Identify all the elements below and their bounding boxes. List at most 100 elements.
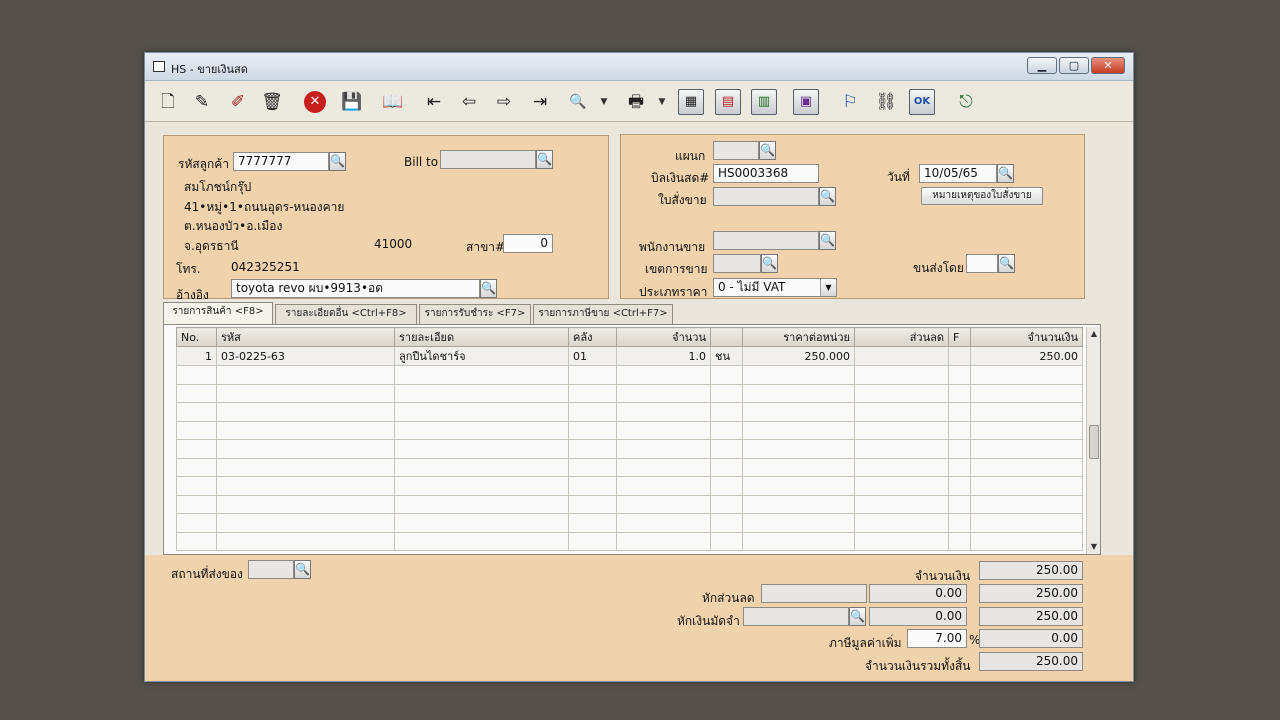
empty-cell[interactable]: [394, 383, 569, 403]
empty-cell[interactable]: [216, 365, 395, 385]
empty-cell[interactable]: [970, 531, 1083, 551]
delivery-place-search-icon[interactable]: 🔍: [294, 560, 311, 579]
empty-cell[interactable]: [948, 494, 971, 514]
empty-cell[interactable]: [176, 494, 217, 514]
empty-cell[interactable]: [948, 402, 971, 422]
minimize-button[interactable]: ▁: [1027, 57, 1057, 74]
empty-cell[interactable]: [710, 531, 743, 551]
empty-cell[interactable]: [616, 402, 711, 422]
empty-cell[interactable]: [948, 457, 971, 477]
empty-cell[interactable]: [710, 513, 743, 533]
scroll-up-icon[interactable]: ▲: [1087, 327, 1101, 341]
empty-cell[interactable]: [568, 383, 617, 403]
vat-rate-field[interactable]: 7.00: [907, 629, 967, 648]
col-header-description[interactable]: รายละเอียด: [394, 327, 569, 347]
empty-cell[interactable]: [710, 457, 743, 477]
empty-cell[interactable]: [568, 494, 617, 514]
ok-icon[interactable]: OK: [909, 89, 935, 115]
flag-dc-icon[interactable]: ⚐: [837, 89, 863, 115]
reference-field[interactable]: toyota revo ผบ•9913•อด: [231, 279, 480, 298]
empty-cell[interactable]: [176, 439, 217, 459]
empty-cell[interactable]: [216, 476, 395, 496]
new-doc-icon[interactable]: 🗋: [155, 89, 181, 115]
empty-cell[interactable]: [394, 531, 569, 551]
empty-cell[interactable]: [710, 439, 743, 459]
empty-cell[interactable]: [616, 383, 711, 403]
empty-cell[interactable]: [616, 439, 711, 459]
cancel-icon[interactable]: ✕: [304, 91, 326, 113]
empty-cell[interactable]: [710, 494, 743, 514]
empty-cell[interactable]: [568, 402, 617, 422]
empty-cell[interactable]: [568, 513, 617, 533]
empty-cell[interactable]: [710, 476, 743, 496]
cell-flag[interactable]: [948, 346, 971, 366]
empty-cell[interactable]: [854, 531, 949, 551]
empty-table-row[interactable]: [176, 383, 1083, 403]
empty-cell[interactable]: [394, 420, 569, 440]
empty-cell[interactable]: [568, 457, 617, 477]
col-header-discount[interactable]: ส่วนลด: [854, 327, 949, 347]
empty-cell[interactable]: [970, 420, 1083, 440]
edit-icon[interactable]: ✎: [189, 89, 215, 115]
search-dropdown-icon[interactable]: ▼: [599, 89, 609, 115]
empty-cell[interactable]: [948, 476, 971, 496]
save-disk-icon[interactable]: 💾: [339, 89, 365, 115]
delivery-place-field[interactable]: [248, 560, 294, 579]
empty-cell[interactable]: [710, 402, 743, 422]
empty-cell[interactable]: [216, 457, 395, 477]
empty-cell[interactable]: [616, 513, 711, 533]
calendar-icon[interactable]: ▣: [793, 89, 819, 115]
calculator-icon[interactable]: ▦: [678, 89, 704, 115]
cell-unit-price[interactable]: 250.000: [742, 346, 855, 366]
date-picker-icon[interactable]: 🔍: [997, 164, 1014, 183]
discount-text-field[interactable]: [761, 584, 867, 603]
empty-cell[interactable]: [394, 476, 569, 496]
empty-table-row[interactable]: [176, 513, 1083, 533]
cell-quantity[interactable]: 1.0: [616, 346, 711, 366]
empty-cell[interactable]: [970, 476, 1083, 496]
empty-table-row[interactable]: [176, 457, 1083, 477]
empty-cell[interactable]: [854, 383, 949, 403]
salesman-field[interactable]: [713, 231, 819, 250]
empty-table-row[interactable]: [176, 439, 1083, 459]
last-record-icon[interactable]: ⇥: [527, 89, 553, 115]
empty-cell[interactable]: [568, 420, 617, 440]
link-icon[interactable]: ⛓: [873, 89, 899, 115]
empty-cell[interactable]: [948, 365, 971, 385]
book-icon[interactable]: 📖: [380, 89, 406, 115]
printer-icon[interactable]: 🖶: [623, 89, 649, 115]
col-header-no[interactable]: No.: [176, 327, 217, 347]
empty-cell[interactable]: [216, 494, 395, 514]
empty-cell[interactable]: [176, 457, 217, 477]
department-field[interactable]: [713, 141, 759, 160]
grid-scrollbar[interactable]: ▲ ▼: [1086, 327, 1100, 554]
col-header-unit-price[interactable]: ราคาต่อหน่วย: [742, 327, 855, 347]
salesman-search-icon[interactable]: 🔍: [819, 231, 836, 250]
empty-cell[interactable]: [176, 383, 217, 403]
edit-red-icon[interactable]: ✐: [225, 89, 251, 115]
empty-cell[interactable]: [710, 365, 743, 385]
customer-code-field[interactable]: 7777777: [233, 152, 329, 171]
empty-cell[interactable]: [742, 383, 855, 403]
tab-sales-tax[interactable]: รายการภาษีขาย <Ctrl+F7>: [533, 304, 673, 324]
date-field[interactable]: 10/05/65: [919, 164, 997, 183]
department-search-icon[interactable]: 🔍: [759, 141, 776, 160]
scroll-down-icon[interactable]: ▼: [1087, 540, 1101, 554]
empty-cell[interactable]: [970, 494, 1083, 514]
empty-cell[interactable]: [216, 513, 395, 533]
bill-to-search-icon[interactable]: 🔍: [536, 150, 553, 169]
empty-cell[interactable]: [568, 531, 617, 551]
cell-amount[interactable]: 250.00: [970, 346, 1083, 366]
empty-cell[interactable]: [710, 420, 743, 440]
sales-order-field[interactable]: [713, 187, 819, 206]
empty-cell[interactable]: [970, 402, 1083, 422]
empty-cell[interactable]: [854, 439, 949, 459]
empty-cell[interactable]: [970, 365, 1083, 385]
empty-cell[interactable]: [948, 513, 971, 533]
empty-cell[interactable]: [854, 513, 949, 533]
maximize-button[interactable]: ▢: [1059, 57, 1089, 74]
empty-table-row[interactable]: [176, 420, 1083, 440]
empty-table-row[interactable]: [176, 531, 1083, 551]
empty-cell[interactable]: [742, 494, 855, 514]
empty-cell[interactable]: [616, 420, 711, 440]
